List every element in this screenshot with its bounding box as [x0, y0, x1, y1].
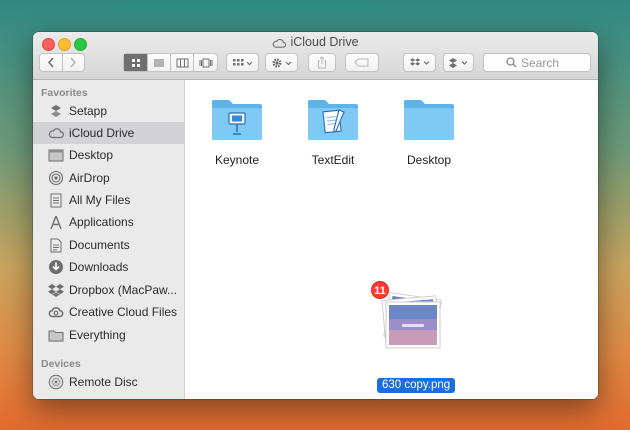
sidebar-item-label: All My Files	[69, 193, 131, 207]
sidebar-item-dropbox[interactable]: Dropbox (MacPaw...	[33, 279, 184, 301]
arrange-button[interactable]	[226, 53, 259, 72]
sidebar-item-label: Everything	[69, 328, 126, 342]
sidebar-item-label: Dropbox (MacPaw...	[69, 283, 178, 297]
sidebar-item-label: Applications	[69, 215, 134, 229]
search-field[interactable]: Search	[483, 53, 591, 72]
sidebar-item-setapp[interactable]: Setapp	[33, 100, 184, 122]
sidebar: Favorites Setapp iCloud Drive Desktop Ai…	[33, 80, 185, 399]
sidebar-item-icloud-drive[interactable]: iCloud Drive	[33, 122, 184, 144]
chevron-right-icon	[70, 57, 77, 68]
dropbox-toolbar-button[interactable]	[403, 53, 436, 72]
downloads-icon	[48, 259, 64, 275]
sidebar-item-creative-cloud-files[interactable]: Creative Cloud Files	[33, 301, 184, 323]
dropbox-icon	[48, 282, 64, 298]
action-button[interactable]	[265, 53, 298, 72]
window-title: iCloud Drive	[33, 35, 598, 51]
dragged-file-label: 630 copy.png	[377, 378, 456, 393]
sidebar-item-documents[interactable]: Documents	[33, 234, 184, 256]
desktop-icon	[48, 147, 64, 163]
search-placeholder: Search	[521, 55, 560, 70]
chevron-left-icon	[47, 57, 54, 68]
share-icon	[318, 56, 326, 69]
sidebar-item-label: AirDrop	[69, 171, 110, 185]
devices-header: Devices	[41, 358, 81, 370]
airdrop-icon	[48, 170, 64, 186]
sidebar-item-downloads[interactable]: Downloads	[33, 256, 184, 278]
share-button[interactable]	[308, 53, 336, 72]
keynote-folder-icon	[212, 100, 262, 140]
folder-label: Desktop	[406, 153, 452, 167]
all-files-icon	[48, 192, 64, 208]
documents-icon	[48, 237, 64, 253]
sidebar-item-everything[interactable]: Everything	[33, 324, 184, 346]
dropbox-icon	[409, 57, 429, 65]
forward-button[interactable]	[63, 54, 85, 71]
sidebar-item-label: iCloud Drive	[69, 126, 135, 140]
sidebar-item-remote-disc[interactable]: Remote Disc	[33, 371, 184, 393]
coverflow-view-button[interactable]	[194, 54, 217, 71]
textedit-folder-icon	[308, 100, 358, 140]
cloud-icon	[272, 37, 287, 51]
icon-view-icon	[131, 58, 140, 67]
search-icon	[506, 57, 517, 68]
folder-textedit[interactable]: TextEdit	[293, 96, 373, 167]
folder-keynote[interactable]: Keynote	[197, 96, 277, 167]
finder-window: iCloud Drive Search Favorites Setapp iCl…	[33, 32, 598, 399]
setapp-icon	[449, 57, 468, 68]
coverflow-view-icon	[199, 58, 212, 67]
file-browser-content: Keynote TextEdit Desktop 11 630 copy.png	[185, 80, 598, 399]
folder-icon	[404, 100, 454, 140]
cloud-icon	[48, 125, 64, 141]
icon-view-button[interactable]	[124, 54, 148, 71]
sidebar-item-all-my-files[interactable]: All My Files	[33, 189, 184, 211]
toolbar: iCloud Drive Search	[33, 32, 598, 80]
setapp-toolbar-button[interactable]	[443, 53, 474, 72]
sidebar-item-label: Desktop	[69, 148, 114, 162]
back-button[interactable]	[40, 54, 63, 71]
sidebar-item-applications[interactable]: Applications	[33, 211, 184, 233]
list-view-button[interactable]	[148, 54, 171, 71]
sidebar-item-label: Remote Disc	[69, 375, 138, 389]
arrange-grid-icon	[232, 58, 252, 65]
sidebar-item-label: Downloads	[69, 260, 129, 274]
folder-icon	[48, 327, 64, 343]
applications-icon	[48, 214, 64, 230]
tag-icon	[354, 58, 369, 67]
sidebar-item-airdrop[interactable]: AirDrop	[33, 167, 184, 189]
sidebar-item-label: Setapp	[69, 104, 108, 118]
folder-label: TextEdit	[311, 153, 355, 167]
sidebar-item-label: Documents	[69, 238, 130, 252]
folder-label: Keynote	[214, 153, 260, 167]
view-mode-control	[123, 53, 218, 72]
column-view-button[interactable]	[171, 54, 194, 71]
folder-desktop[interactable]: Desktop	[389, 96, 469, 167]
column-view-icon	[176, 58, 188, 67]
edit-tags-button[interactable]	[345, 53, 379, 72]
drag-count-badge: 11	[371, 281, 389, 299]
list-view-icon	[154, 59, 164, 66]
favorites-header: Favorites	[41, 87, 88, 99]
window-title-text: iCloud Drive	[290, 35, 359, 49]
setapp-icon	[48, 103, 64, 119]
remote-disc-icon	[48, 374, 64, 390]
sidebar-item-label: Creative Cloud Files	[69, 305, 178, 319]
gear-icon	[272, 58, 291, 67]
sidebar-item-desktop[interactable]: Desktop	[33, 144, 184, 166]
creative-cloud-icon	[48, 304, 64, 320]
back-forward-control	[39, 53, 85, 72]
